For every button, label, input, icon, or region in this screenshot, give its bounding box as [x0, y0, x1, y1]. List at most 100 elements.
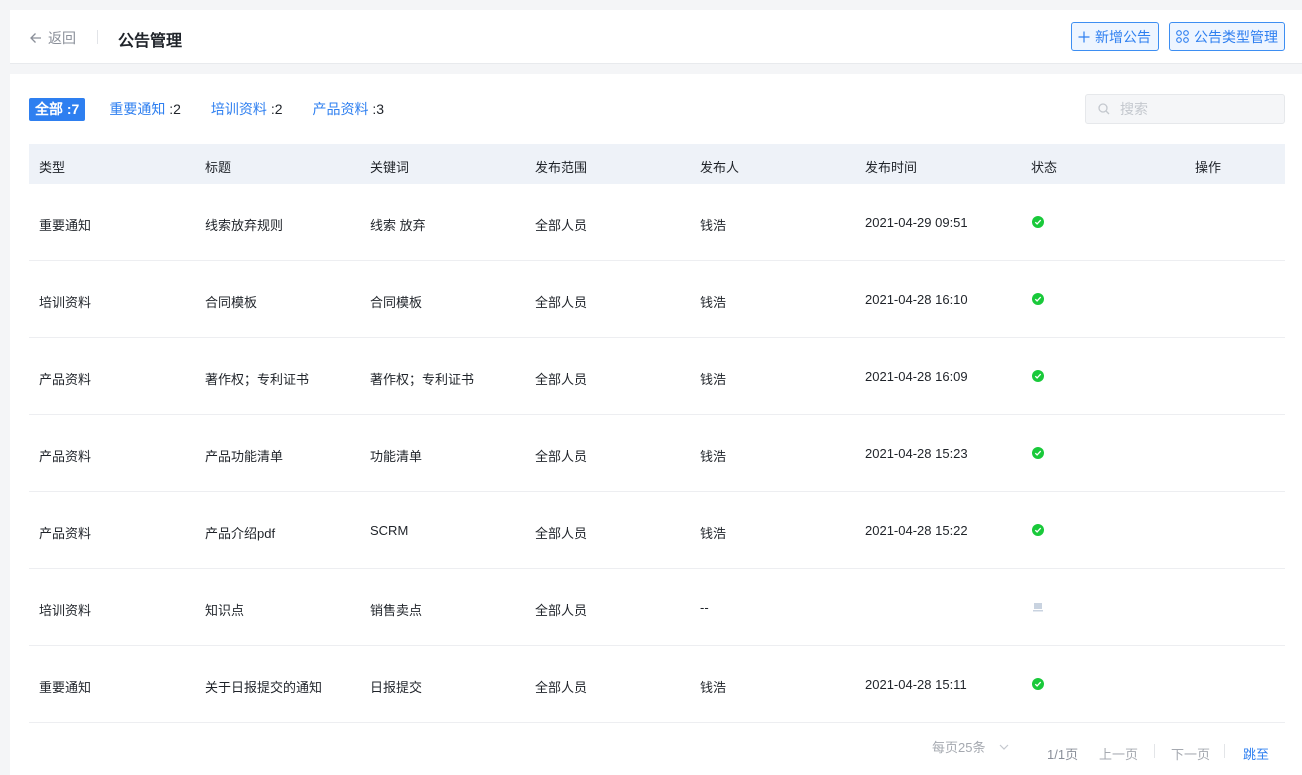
filter-tab-label: 全部: [35, 101, 63, 117]
cell-publisher: 钱浩: [700, 526, 727, 541]
filter-tab-count: :7: [66, 101, 80, 117]
divider: [97, 30, 98, 44]
cell-title: 线索放弃规则: [205, 218, 284, 233]
plus-icon: [1078, 31, 1090, 42]
search-icon: [1098, 103, 1110, 115]
column-header-publish-time: 发布时间: [865, 160, 918, 175]
cell-publisher: 钱浩: [700, 295, 727, 310]
add-announcement-label: 新增公告: [1095, 28, 1151, 45]
cell-title: 产品介绍pdf: [205, 526, 276, 541]
divider: [1154, 744, 1155, 758]
cell-publish-time: 2021-04-28 16:10: [865, 292, 968, 307]
table-row[interactable]: 培训资料 知识点 销售卖点 全部人员 --: [29, 569, 1285, 646]
filter-tabs: 全部 :7 重要通知 :2 培训资料 :2 产品资料 :3: [29, 98, 414, 121]
cell-title: 合同模板: [205, 295, 258, 310]
check-circle-icon: [1032, 447, 1044, 459]
check-circle-icon: [1032, 216, 1044, 228]
cell-type: 产品资料: [39, 449, 92, 464]
chevron-down-icon: [1000, 744, 1009, 750]
cell-title: 关于日报提交的通知: [205, 680, 323, 695]
check-circle-icon: [1032, 293, 1044, 305]
column-header-scope: 发布范围: [535, 160, 588, 175]
cell-type: 培训资料: [39, 603, 92, 618]
back-label: 返回: [48, 30, 76, 46]
column-header-status: 状态: [1031, 160, 1058, 175]
search-box: [1085, 94, 1285, 124]
page-size-label: 每页25条: [932, 740, 986, 755]
next-page-button[interactable]: 下一页: [1171, 744, 1210, 763]
top-bar: 返回 公告管理 新增公告 公告类型管理: [10, 10, 1302, 64]
cell-scope: 全部人员: [535, 295, 588, 310]
filter-tab-label: 产品资料: [312, 101, 369, 117]
table-row[interactable]: 产品资料 著作权；专利证书 著作权；专利证书 全部人员 钱浩 2021-04-2…: [29, 338, 1285, 415]
cell-keywords: 合同模板: [370, 295, 423, 310]
filter-tab-important-notice[interactable]: 重要通知 :2: [109, 98, 181, 121]
cell-title: 著作权；专利证书: [205, 372, 310, 387]
filter-tab-label: 培训资料: [210, 101, 267, 117]
cell-publisher: --: [700, 600, 709, 615]
filter-tab-training-material[interactable]: 培训资料 :2: [211, 98, 283, 121]
announcement-type-management-label: 公告类型管理: [1194, 28, 1278, 45]
grid-icon: [1176, 30, 1189, 43]
cell-title: 产品功能清单: [205, 449, 284, 464]
pagination: 每页25条 1/1页 上一页 下一页 跳至: [10, 729, 1302, 769]
table-row[interactable]: 产品资料 产品介绍pdf SCRM 全部人员 钱浩 2021-04-28 15:…: [29, 492, 1285, 569]
cell-publish-time: 2021-04-28 15:23: [865, 446, 968, 461]
cell-scope: 全部人员: [535, 372, 588, 387]
column-header-type: 类型: [39, 160, 66, 175]
table-row[interactable]: 培训资料 合同模板 合同模板 全部人员 钱浩 2021-04-28 16:10: [29, 261, 1285, 338]
table-header: 类型 标题 关键词 发布范围 发布人 发布时间 状态 操作: [29, 144, 1285, 184]
page-title: 公告管理: [118, 33, 183, 50]
main-panel: 全部 :7 重要通知 :2 培训资料 :2 产品资料 :3 类型 标题 关键词 …: [10, 74, 1302, 775]
filter-tab-product-material[interactable]: 产品资料 :3: [313, 98, 385, 121]
table-row[interactable]: 重要通知 关于日报提交的通知 日报提交 全部人员 钱浩 2021-04-28 1…: [29, 646, 1285, 723]
cell-type: 产品资料: [39, 526, 92, 541]
add-announcement-button[interactable]: 新增公告: [1071, 22, 1159, 51]
filter-tab-label: 重要通知: [109, 101, 166, 117]
filter-tab-count: :3: [372, 101, 385, 117]
column-header-keywords: 关键词: [370, 160, 410, 175]
announcement-type-management-button[interactable]: 公告类型管理: [1169, 22, 1285, 51]
page-count: 1/1页: [1047, 747, 1079, 762]
cell-keywords: 功能清单: [370, 449, 423, 464]
column-header-title: 标题: [205, 160, 232, 175]
filter-tab-count: :2: [169, 101, 181, 117]
table-row[interactable]: 重要通知 线索放弃规则 线索 放弃 全部人员 钱浩 2021-04-29 09:…: [29, 184, 1285, 261]
cell-scope: 全部人员: [535, 680, 588, 695]
check-circle-icon: [1032, 370, 1044, 382]
cell-publisher: 钱浩: [700, 680, 727, 695]
cell-keywords: 日报提交: [370, 680, 423, 695]
cell-publish-time: 2021-04-28 16:09: [865, 369, 968, 384]
prev-page-button[interactable]: 上一页: [1099, 744, 1138, 763]
cell-scope: 全部人员: [535, 449, 588, 464]
cell-scope: 全部人员: [535, 526, 588, 541]
cell-type: 产品资料: [39, 372, 92, 387]
cell-publish-time: 2021-04-28 15:22: [865, 523, 968, 538]
cell-publish-time: 2021-04-28 15:11: [865, 677, 967, 692]
cell-title: 知识点: [205, 603, 245, 618]
page-size-select[interactable]: 每页25条: [932, 737, 1009, 756]
check-circle-icon: [1032, 524, 1044, 536]
table-body: 重要通知 线索放弃规则 线索 放弃 全部人员 钱浩 2021-04-29 09:…: [29, 184, 1285, 723]
column-header-publisher: 发布人: [700, 160, 740, 175]
column-header-actions: 操作: [1195, 160, 1222, 175]
arrow-left-icon: [30, 33, 41, 43]
cell-type: 培训资料: [39, 295, 92, 310]
jump-to-page-button[interactable]: 跳至: [1243, 744, 1269, 763]
back-button[interactable]: 返回: [30, 28, 76, 48]
filter-tab-count: :2: [270, 101, 283, 117]
cell-keywords: 销售卖点: [370, 603, 423, 618]
cell-publish-time: 2021-04-29 09:51: [865, 215, 968, 230]
table-row[interactable]: 产品资料 产品功能清单 功能清单 全部人员 钱浩 2021-04-28 15:2…: [29, 415, 1285, 492]
cell-type: 重要通知: [39, 680, 92, 695]
cell-keywords: 著作权；专利证书: [370, 372, 475, 387]
filter-tab-all[interactable]: 全部 :7: [29, 98, 86, 121]
divider: [1224, 744, 1225, 758]
cell-publisher: 钱浩: [700, 372, 727, 387]
cell-keywords: SCRM: [370, 523, 409, 538]
cell-type: 重要通知: [39, 218, 92, 233]
check-circle-icon: [1032, 678, 1044, 690]
cell-scope: 全部人员: [535, 603, 588, 618]
draft-icon: [1033, 603, 1043, 612]
search-input[interactable]: [1120, 101, 1270, 117]
